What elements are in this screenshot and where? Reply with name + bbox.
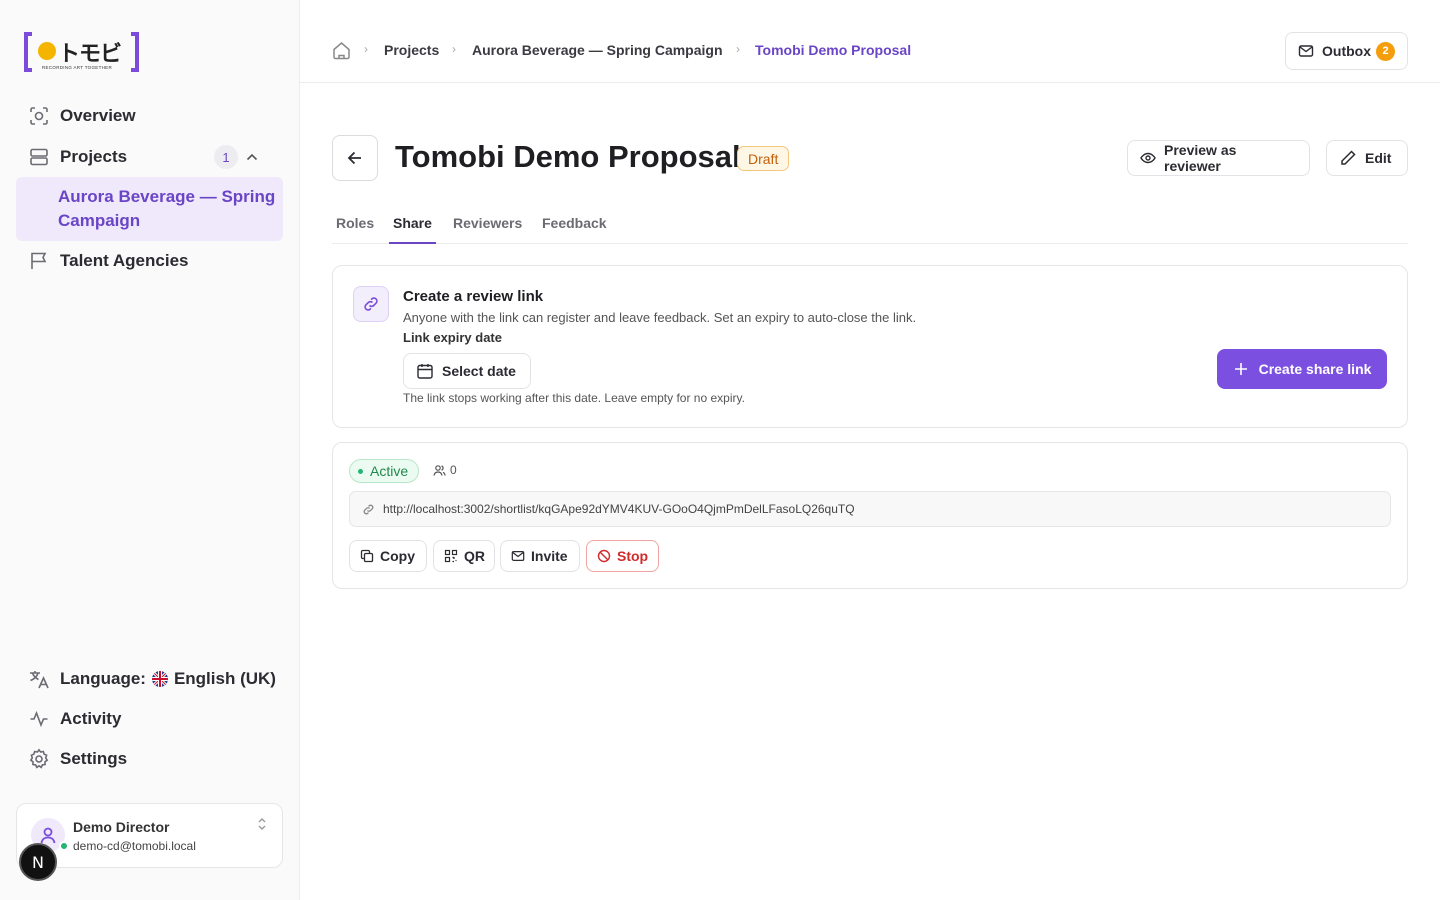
invite-label: Invite (531, 548, 568, 564)
online-status-dot (59, 841, 69, 851)
link-status-label: Active (370, 463, 409, 479)
tab-roles[interactable]: Roles (336, 215, 374, 231)
outbox-button[interactable]: Outbox 2 (1285, 32, 1408, 70)
qr-button[interactable]: QR (433, 540, 495, 572)
projects-count-badge: 1 (214, 145, 238, 169)
tab-feedback[interactable]: Feedback (542, 215, 607, 231)
link-status-badge: Active (349, 459, 420, 483)
active-tab-indicator (389, 242, 436, 244)
outbox-label: Outbox (1322, 43, 1371, 59)
logo-bracket-left (24, 32, 32, 72)
create-link-title: Create a review link (403, 288, 544, 305)
chevron-right-icon: › (452, 42, 456, 56)
chevron-up-icon[interactable] (244, 149, 260, 165)
user-name: Demo Director (73, 819, 170, 835)
share-url-field[interactable]: http://localhost:3002/shortlist/kqGApe92… (349, 491, 1391, 527)
breadcrumb-current: Tomobi Demo Proposal (755, 42, 912, 58)
language-selector[interactable]: Language: English (UK) (16, 661, 286, 697)
translate-icon (28, 668, 50, 690)
chevron-right-icon: › (736, 42, 740, 56)
sidebar-item-projects[interactable]: Projects 1 (16, 139, 283, 175)
expiry-date-picker[interactable]: Select date (403, 353, 531, 389)
mail-icon (1298, 43, 1314, 59)
user-email: demo-cd@tomobi.local (73, 839, 196, 853)
logo-tagline: RECORDING ART TOGETHER (42, 65, 113, 70)
chevron-right-icon: › (364, 42, 368, 56)
breadcrumb-projects[interactable]: Projects (384, 42, 439, 58)
pencil-icon (1339, 149, 1357, 167)
back-button[interactable] (332, 135, 378, 181)
sidebar-item-label: Settings (60, 749, 128, 768)
copy-label: Copy (380, 548, 415, 564)
edit-button[interactable]: Edit (1326, 140, 1408, 176)
share-link-card: Active 0 http://localhost:3002/shortlist… (332, 442, 1408, 589)
users-icon (433, 464, 446, 477)
stop-button[interactable]: Stop (586, 540, 659, 572)
activity-icon (28, 708, 50, 730)
copy-button[interactable]: Copy (349, 540, 427, 572)
active-dot (358, 468, 363, 474)
sidebar-subitem-aurora[interactable]: Aurora Beverage — Spring Campaign (16, 177, 283, 241)
status-badge: Draft (737, 146, 790, 171)
breadcrumb-project[interactable]: Aurora Beverage — Spring Campaign (472, 42, 723, 58)
create-link-card: Create a review link Anyone with the lin… (332, 265, 1408, 428)
sidebar: トモビ RECORDING ART TOGETHER Overview Proj… (0, 0, 300, 900)
app-logo[interactable]: トモビ RECORDING ART TOGETHER (24, 32, 139, 72)
tab-share[interactable]: Share (393, 215, 432, 231)
date-placeholder: Select date (442, 363, 516, 379)
copy-icon (360, 549, 374, 563)
stack-icon (28, 146, 50, 168)
eye-icon (1140, 150, 1156, 166)
dev-tools-badge[interactable]: N (19, 843, 57, 881)
invite-button[interactable]: Invite (500, 540, 580, 572)
expiry-date-label: Link expiry date (403, 330, 502, 345)
sidebar-subitem-label: Aurora Beverage — Spring Campaign (58, 187, 276, 230)
sidebar-item-label: Overview (60, 106, 136, 125)
gear-icon (28, 748, 50, 770)
logo-text: トモビ (58, 42, 122, 67)
create-link-description: Anyone with the link can register and le… (403, 310, 917, 325)
preview-as-reviewer-button[interactable]: Preview as reviewer (1127, 140, 1310, 176)
sidebar-item-overview[interactable]: Overview (16, 98, 283, 134)
expiry-help-text: The link stops working after this date. … (403, 391, 745, 405)
arrow-left-icon (345, 148, 365, 168)
link-icon (362, 503, 375, 516)
scan-icon (28, 105, 50, 127)
ban-icon (597, 549, 611, 563)
create-share-link-button[interactable]: Create share link (1217, 349, 1387, 389)
sidebar-item-label: Projects (60, 147, 128, 166)
reviewer-count: 0 (433, 463, 457, 477)
share-url-text: http://localhost:3002/shortlist/kqGApe92… (383, 502, 855, 516)
sidebar-item-settings[interactable]: Settings (16, 741, 283, 777)
sidebar-item-label: Activity (60, 709, 122, 728)
sidebar-item-talent-agencies[interactable]: Talent Agencies (16, 243, 283, 279)
link-icon (353, 286, 389, 322)
logo-dot (38, 42, 56, 60)
home-icon[interactable] (332, 41, 351, 60)
plus-icon (1233, 361, 1249, 377)
chevron-up-down-icon (256, 816, 268, 832)
language-value: English (UK) (173, 669, 276, 688)
calendar-icon (416, 362, 434, 380)
mail-icon (511, 549, 525, 563)
logo-bracket-right (131, 32, 139, 72)
create-share-link-label: Create share link (1258, 361, 1372, 377)
language-label: Language: (60, 669, 146, 688)
tabs-divider (332, 243, 1408, 244)
stop-label: Stop (617, 548, 649, 564)
page-title: Tomobi Demo Proposal (395, 139, 741, 174)
edit-label: Edit (1365, 150, 1392, 166)
tab-reviewers[interactable]: Reviewers (453, 215, 522, 231)
sidebar-item-activity[interactable]: Activity (16, 701, 283, 737)
qr-label: QR (464, 548, 485, 564)
uk-flag-icon (151, 671, 168, 687)
flag-icon (28, 250, 50, 272)
preview-label: Preview as reviewer (1164, 142, 1237, 174)
qr-code-icon (444, 549, 458, 563)
reviewer-count-value: 0 (450, 463, 457, 477)
sidebar-item-label: Talent Agencies (60, 251, 189, 270)
outbox-count-badge: 2 (1376, 41, 1395, 61)
